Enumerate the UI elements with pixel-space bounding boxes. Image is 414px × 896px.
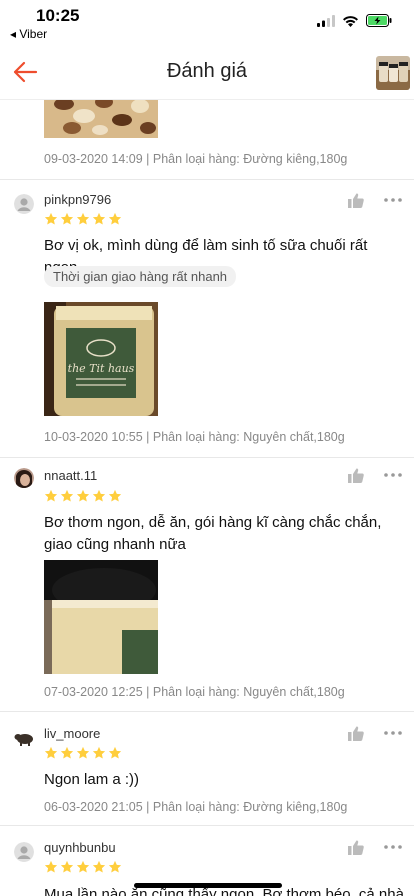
review-photo-nuts[interactable] — [44, 100, 158, 138]
star-icon — [108, 860, 122, 873]
thumbs-up-icon[interactable] — [348, 468, 364, 483]
header: Đánh giá — [0, 44, 414, 100]
star-icon — [60, 860, 74, 873]
star-icon — [92, 489, 106, 502]
star-icon — [44, 212, 58, 225]
svg-text:the Tit haus: the Tit haus — [68, 362, 135, 375]
back-to-app-link[interactable]: ◂ Viber — [10, 27, 47, 41]
review-username[interactable]: nnaatt.11 — [44, 468, 97, 483]
star-icon — [92, 746, 106, 759]
default-avatar-icon[interactable] — [14, 842, 34, 862]
star-icon — [76, 860, 90, 873]
review-item: liv_moore Ngon lam a :)) 06-03-2020 21:0… — [0, 712, 414, 826]
battery-charging-icon — [366, 14, 392, 27]
user-avatar[interactable] — [14, 728, 34, 748]
star-icon — [108, 489, 122, 502]
more-options-icon[interactable] — [384, 473, 402, 477]
user-avatar[interactable] — [14, 468, 34, 488]
status-bar: 10:25 ◂ Viber — [0, 0, 414, 44]
wifi-icon — [343, 15, 358, 27]
review-meta: 09-03-2020 14:09 | Phân loại hàng: Đường… — [44, 152, 348, 166]
default-avatar-icon[interactable] — [14, 194, 34, 214]
review-meta: 10-03-2020 10:55 | Phân loại hàng: Nguyê… — [44, 430, 345, 444]
review-list[interactable]: 09-03-2020 14:09 | Phân loại hàng: Đường… — [0, 100, 414, 896]
rating-stars — [44, 860, 122, 874]
review-username[interactable]: liv_moore — [44, 726, 100, 741]
product-thumbnail[interactable] — [376, 56, 410, 90]
star-icon — [108, 212, 122, 225]
review-item: 09-03-2020 14:09 | Phân loại hàng: Đường… — [0, 100, 414, 180]
review-item: pinkpn9796 Bơ vị ok, mình dùng để làm si… — [0, 180, 414, 458]
star-icon — [92, 212, 106, 225]
star-icon — [44, 489, 58, 502]
review-item: nnaatt.11 Bơ thơm ngon, dễ ăn, gói hàng … — [0, 458, 414, 712]
star-icon — [60, 212, 74, 225]
thumbs-up-icon[interactable] — [348, 726, 364, 741]
thumbs-up-icon[interactable] — [348, 193, 364, 208]
more-options-icon[interactable] — [384, 731, 402, 735]
more-options-icon[interactable] — [384, 198, 402, 202]
more-options-icon[interactable] — [384, 845, 402, 849]
page-title: Đánh giá — [166, 60, 248, 82]
star-icon — [44, 746, 58, 759]
review-username[interactable]: quynhbunbu — [44, 840, 116, 855]
star-icon — [60, 746, 74, 759]
signal-icon — [317, 14, 335, 27]
thumbs-up-icon[interactable] — [348, 840, 364, 855]
status-icons — [317, 14, 392, 27]
star-icon — [76, 212, 90, 225]
status-time: 10:25 — [36, 6, 80, 25]
rating-stars — [44, 489, 122, 503]
review-meta: 06-03-2020 21:05 | Phân loại hàng: Đường… — [44, 800, 348, 814]
review-username[interactable]: pinkpn9796 — [44, 192, 111, 207]
review-photo-jar-lid[interactable] — [44, 560, 158, 674]
review-text: Ngon lam a :)) — [44, 771, 140, 788]
star-icon — [44, 860, 58, 873]
star-icon — [76, 746, 90, 759]
review-meta: 07-03-2020 12:25 | Phân loại hàng: Nguyê… — [44, 685, 345, 699]
rating-stars — [44, 746, 122, 760]
star-icon — [60, 489, 74, 502]
review-photo-jar[interactable]: the Tit haus — [44, 302, 158, 416]
star-icon — [108, 746, 122, 759]
star-icon — [76, 489, 90, 502]
review-tag: Thời gian giao hàng rất nhanh — [44, 266, 237, 287]
home-indicator[interactable] — [134, 883, 282, 888]
rating-stars — [44, 212, 122, 226]
star-icon — [92, 860, 106, 873]
review-text: Bơ thơm ngon, dễ ăn, gói hàng kĩ càng ch… — [44, 514, 382, 553]
